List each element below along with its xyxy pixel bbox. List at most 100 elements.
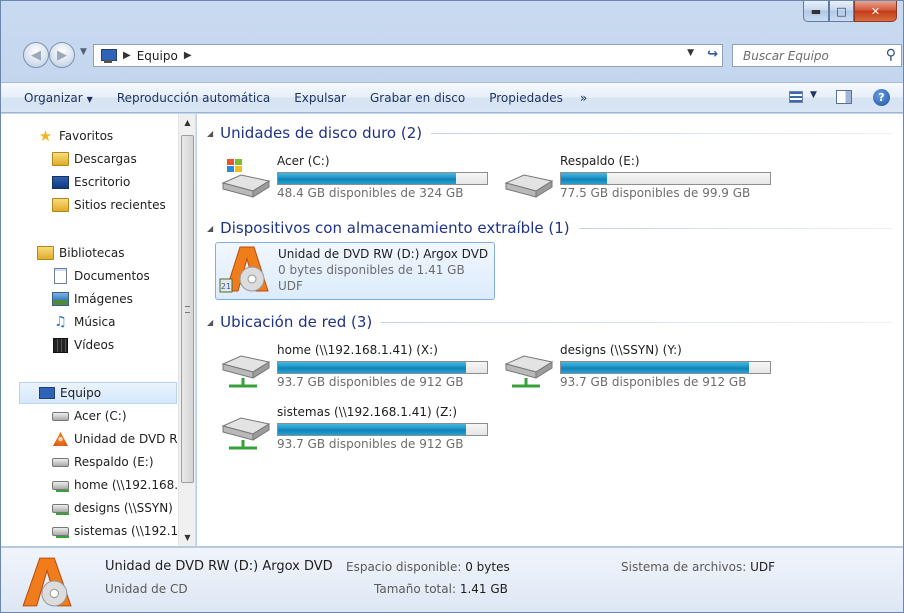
autoplay-button[interactable]: Reproducción automática [110,91,277,105]
search-input[interactable] [741,47,881,64]
navigation-pane: ★ Favoritos Descargas Escritorio Sitios … [1,114,196,546]
sidebar-item-videos[interactable]: Vídeos [52,337,114,353]
sidebar-item-label: Documentos [74,269,150,283]
nav-pane-scrollbar[interactable]: ▲ ▼ [178,114,195,546]
drive-usage-bar [277,361,488,374]
group-divider [431,132,893,134]
scroll-down-icon[interactable]: ▼ [179,529,196,546]
file-system-label: Sistema de archivos: [621,560,747,574]
sidebar-item-descargas[interactable]: Descargas [52,151,137,167]
scrollbar-grip [185,306,190,313]
windows-drive-icon [221,159,271,198]
sidebar-item-favoritos[interactable]: ★ Favoritos [37,127,113,145]
sidebar-item-equipo[interactable]: Equipo [19,382,177,404]
scroll-up-icon[interactable]: ▲ [179,114,196,131]
drive-name: designs (\\SSYN) (Y:) [560,343,682,357]
sidebar-item-designs[interactable]: designs (\\SSYN) (Y:) [52,500,177,516]
sidebar-item-sitios-recientes[interactable]: Sitios recientes [52,197,166,213]
sidebar-item-label: Bibliotecas [59,246,125,260]
properties-button[interactable]: Propiedades [482,91,570,105]
sidebar-item-dvd[interactable]: Unidad de DVD RW (D:) Argox DVD [52,431,177,447]
libraries-icon [37,245,54,261]
sidebar-item-label: Sitios recientes [74,198,166,212]
computer-icon [38,385,55,401]
sidebar-item-label: Acer (C:) [74,409,127,423]
drive-tile-home[interactable]: home (\\192.168.1.41) (X:) 93.7 GB dispo… [199,338,488,396]
drive-tile-sistemas[interactable]: sistemas (\\192.168.1.41) (Z:) 93.7 GB d… [199,400,488,458]
desktop-icon [52,174,69,190]
drive-free-space: 93.7 GB disponibles de 912 GB [560,375,747,389]
selected-item-type: Unidad de CD [105,582,188,596]
free-space-field: Espacio disponible: 0 bytes [346,560,510,574]
scrollbar-thumb[interactable] [181,135,194,483]
drive-name: home (\\192.168.1.41) (X:) [277,343,438,357]
search-icon[interactable]: ⚲ [886,47,896,63]
drive-name: Acer (C:) [277,154,330,168]
drive-usage-fill [278,424,467,435]
close-button[interactable]: ✕ [854,1,897,22]
view-options-dropdown[interactable]: ▼ [810,90,817,100]
refresh-icon[interactable]: ↪ [707,47,718,62]
sidebar-item-imagenes[interactable]: Imágenes [52,291,133,307]
sidebar-item-home[interactable]: home (\\192.168.1.41) (X:) [52,477,177,493]
sidebar-item-label: Escritorio [74,175,131,189]
sidebar-item-respaldo[interactable]: Respaldo (E:) [52,454,177,470]
music-icon: ♫ [54,314,67,330]
sidebar-item-label: sistemas (\\192.168.1.41) (Z:) [74,524,177,538]
group-title: Unidades de disco duro (2) [220,124,423,142]
breadcrumb-separator-icon[interactable]: ▶ [123,50,131,61]
back-button[interactable]: ◀ [23,42,49,68]
sidebar-item-sistemas[interactable]: sistemas (\\192.168.1.41) (Z:) [52,523,177,539]
drive-usage-fill [561,362,750,373]
organize-button[interactable]: Organizar ▼ [17,91,100,105]
sidebar-item-label: Música [74,315,116,329]
sidebar-item-escritorio[interactable]: Escritorio [52,174,130,190]
forward-button[interactable]: ▶ [49,42,75,68]
drive-usage-bar [277,423,488,436]
group-header-network[interactable]: ◢ Ubicación de red (3) [207,313,893,331]
drive-name: Respaldo (E:) [560,154,640,168]
maximize-button[interactable]: □ [829,1,854,22]
hard-drive-icon [504,174,554,198]
address-bar[interactable]: ▶ Equipo ▶ ▼ ↪ [93,44,723,67]
drive-tile-respaldo[interactable]: Respaldo (E:) 77.5 GB disponibles de 99.… [482,149,771,207]
drive-tile-designs[interactable]: designs (\\SSYN) (Y:) 93.7 GB disponible… [482,338,771,396]
help-icon[interactable]: ? [873,89,890,106]
file-system-field: Sistema de archivos: UDF [621,560,775,574]
sidebar-item-documentos[interactable]: Documentos [52,268,150,284]
drive-tile-dvd[interactable]: 21 Unidad de DVD RW (D:) Argox DVD 0 byt… [215,242,495,300]
collapse-icon[interactable]: ◢ [207,224,213,233]
file-system-value: UDF [750,560,776,574]
collapse-icon[interactable]: ◢ [207,318,213,327]
dvd-drive-icon: 21 [219,246,269,293]
sidebar-item-label: Imágenes [74,292,133,306]
burn-button[interactable]: Grabar en disco [363,91,472,105]
drive-free-space: 48.4 GB disponibles de 324 GB [277,186,464,200]
breadcrumb-equipo[interactable]: Equipo [137,49,178,63]
minimize-button[interactable]: ▬ [803,1,829,22]
sidebar-item-label: Respaldo (E:) [74,455,154,469]
group-header-removable[interactable]: ◢ Dispositivos con almacenamiento extraí… [207,219,893,237]
change-view-icon[interactable] [789,91,803,103]
sidebar-item-acer[interactable]: Acer (C:) [52,408,177,424]
dvd-drive-icon [22,557,72,607]
sidebar-item-label: Descargas [74,152,137,166]
collapse-icon[interactable]: ◢ [207,129,213,138]
preview-pane-icon[interactable] [836,90,852,104]
drive-tile-acer[interactable]: Acer (C:) 48.4 GB disponibles de 324 GB [199,149,488,207]
eject-button[interactable]: Expulsar [287,91,353,105]
recent-pages-dropdown[interactable]: ▼ [80,47,87,57]
downloads-folder-icon [52,151,69,167]
caption-buttons: ▬ □ ✕ [803,1,897,22]
sidebar-item-bibliotecas[interactable]: Bibliotecas [37,245,124,261]
group-divider [381,321,893,323]
recent-places-icon [52,197,69,213]
address-dropdown-icon[interactable]: ▼ [687,48,694,58]
chevron-down-icon: ▼ [86,94,93,104]
more-commands-button[interactable]: » [580,91,587,105]
drive-name: Unidad de DVD RW (D:) Argox DVD [278,247,489,261]
group-header-hard-drives[interactable]: ◢ Unidades de disco duro (2) [207,124,893,142]
breadcrumb-separator-icon[interactable]: ▶ [184,50,192,61]
sidebar-item-musica[interactable]: ♫ Música [52,314,116,330]
group-title: Dispositivos con almacenamiento extraíbl… [220,219,570,237]
